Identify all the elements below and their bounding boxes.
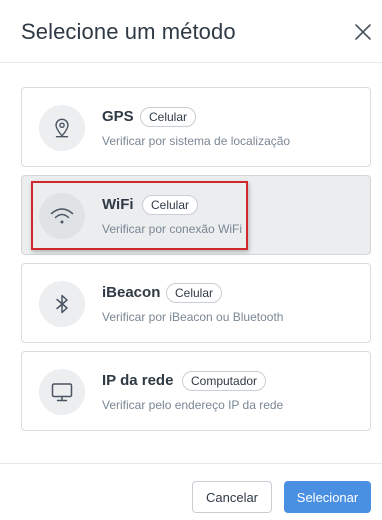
- method-badge: Computador: [182, 371, 267, 391]
- select-method-dialog: Selecione um método GPS Celular Verifica…: [0, 0, 382, 520]
- dialog-header: Selecione um método: [0, 0, 382, 63]
- wifi-icon-circle: [39, 193, 85, 239]
- method-badge: Celular: [142, 195, 199, 215]
- method-name: WiFi: [102, 196, 134, 213]
- gps-icon-circle: [39, 105, 85, 151]
- ibeacon-icon-circle: [39, 281, 85, 327]
- monitor-icon: [51, 383, 73, 402]
- method-description: Verificar pelo endereço IP da rede: [102, 398, 284, 412]
- wifi-icon: [50, 208, 74, 224]
- dialog-footer: Cancelar Selecionar: [0, 463, 382, 520]
- ip-icon-circle: [39, 369, 85, 415]
- cancel-button[interactable]: Cancelar: [192, 481, 272, 513]
- method-option-gps[interactable]: GPS Celular Verificar por sistema de loc…: [21, 87, 371, 167]
- method-badge: Celular: [166, 283, 223, 303]
- method-name: IP da rede: [102, 372, 174, 389]
- method-option-ibeacon[interactable]: iBeacon Celular Verificar por iBeacon ou…: [21, 263, 371, 343]
- method-name: iBeacon: [102, 284, 161, 301]
- dialog-title: Selecione um método: [21, 19, 236, 44]
- bluetooth-icon: [56, 294, 68, 314]
- location-pin-icon: [55, 118, 69, 138]
- method-option-ip[interactable]: IP da rede Computador Verificar pelo end…: [21, 351, 371, 431]
- method-name: GPS: [102, 108, 134, 125]
- close-icon[interactable]: [353, 22, 373, 42]
- method-description: Verificar por conexão WiFi: [102, 222, 243, 236]
- method-description: Verificar por sistema de localização: [102, 134, 291, 148]
- select-button[interactable]: Selecionar: [284, 481, 371, 513]
- method-description: Verificar por iBeacon ou Bluetooth: [102, 310, 284, 324]
- method-option-wifi[interactable]: WiFi Celular Verificar por conexão WiFi: [21, 175, 371, 255]
- method-badge: Celular: [140, 107, 197, 127]
